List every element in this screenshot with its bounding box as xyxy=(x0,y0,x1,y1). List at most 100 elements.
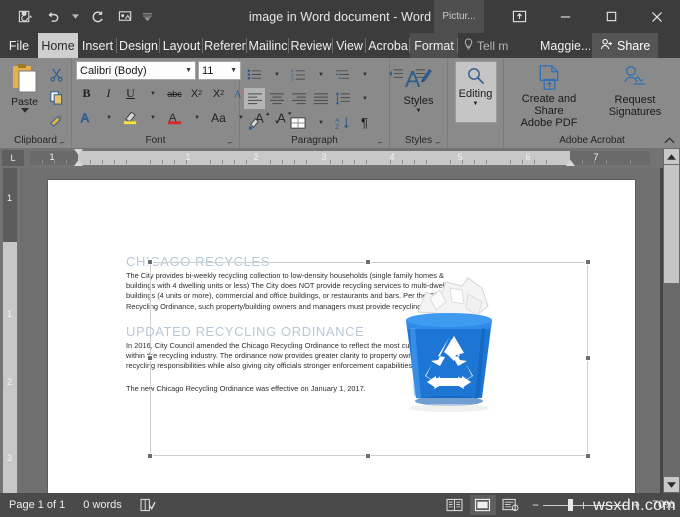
subscript-button[interactable]: X2 xyxy=(186,83,207,104)
zoom-level[interactable]: 70% xyxy=(644,499,674,511)
selection-handle-ne[interactable] xyxy=(585,259,591,265)
sort-icon[interactable]: AZ xyxy=(332,112,353,133)
create-and-share-adobe-pdf-button[interactable]: Create and Share Adobe PDF xyxy=(508,61,590,129)
tab-view[interactable]: View xyxy=(333,33,366,58)
font-color-icon[interactable]: A xyxy=(164,107,185,128)
text-highlight-icon[interactable] xyxy=(120,107,141,128)
shading-icon[interactable] xyxy=(244,112,265,133)
undo-icon[interactable] xyxy=(40,5,66,29)
touch-mouse-mode-icon[interactable] xyxy=(112,5,138,29)
underline-button[interactable]: U xyxy=(120,83,141,104)
collapse-ribbon-icon[interactable] xyxy=(664,136,675,146)
save-icon[interactable] xyxy=(12,5,38,29)
clipboard-dialog-launcher[interactable]: ⌐ xyxy=(58,138,67,147)
text-effects-icon[interactable]: A xyxy=(76,107,97,128)
close-icon[interactable] xyxy=(634,0,680,33)
redo-icon[interactable] xyxy=(84,5,110,29)
multilevel-list-dropdown-icon[interactable]: ▼ xyxy=(354,64,375,85)
align-center-icon[interactable] xyxy=(266,88,287,109)
superscript-button[interactable]: X2 xyxy=(208,83,229,104)
selection-handle-s[interactable] xyxy=(365,453,371,459)
ribbon-display-options-icon[interactable] xyxy=(496,0,542,33)
numbering-icon[interactable]: 123 xyxy=(288,64,309,85)
tab-format[interactable]: Format xyxy=(410,33,458,58)
strikethrough-button[interactable]: abc xyxy=(164,83,185,104)
paragraph-dialog-launcher[interactable]: ⌐ xyxy=(376,138,385,147)
minimize-icon[interactable] xyxy=(542,0,588,33)
read-mode-view-button[interactable] xyxy=(442,495,468,515)
undo-dropdown-icon[interactable] xyxy=(68,5,82,29)
tab-acrobat[interactable]: Acroba xyxy=(366,33,410,58)
font-color-dropdown-icon[interactable]: ▼ xyxy=(186,107,207,128)
document-canvas[interactable]: CHICAGO RECYCLES The City provides bi-we… xyxy=(20,168,660,493)
word-count[interactable]: 0 words xyxy=(74,499,131,511)
bullets-icon[interactable] xyxy=(244,64,265,85)
text-highlight-dropdown-icon[interactable]: ▼ xyxy=(142,107,163,128)
scroll-up-icon[interactable] xyxy=(664,149,679,164)
selection-handle-n[interactable] xyxy=(365,259,371,265)
request-signatures-button[interactable]: Request Signatures xyxy=(594,61,676,129)
selection-handle-sw[interactable] xyxy=(147,453,153,459)
horizontal-ruler[interactable]: L xyxy=(0,148,680,168)
tab-design[interactable]: Design xyxy=(117,33,160,58)
numbering-dropdown-icon[interactable]: ▼ xyxy=(310,64,331,85)
text-effects-dropdown-icon[interactable]: ▼ xyxy=(98,107,119,128)
vertical-scrollbar[interactable] xyxy=(663,148,680,493)
tab-references[interactable]: Referer xyxy=(203,33,247,58)
selection-handle-se[interactable] xyxy=(585,453,591,459)
tab-review[interactable]: Review xyxy=(289,33,333,58)
share-button[interactable]: Share xyxy=(592,33,658,58)
bullets-dropdown-icon[interactable]: ▼ xyxy=(266,64,287,85)
justify-icon[interactable] xyxy=(310,88,331,109)
account-menu[interactable]: Maggie... xyxy=(534,33,590,58)
tab-layout[interactable]: Layout xyxy=(160,33,203,58)
zoom-slider[interactable]: − + 70% xyxy=(532,498,674,512)
font-dialog-launcher[interactable]: ⌐ xyxy=(226,138,235,147)
scroll-down-icon[interactable] xyxy=(664,477,679,492)
format-painter-icon[interactable] xyxy=(45,110,67,130)
borders-icon[interactable] xyxy=(288,112,309,133)
paste-button[interactable]: Paste xyxy=(4,61,45,113)
vertical-ruler[interactable]: 1 1 2 3 xyxy=(0,168,20,493)
zoom-in-button[interactable]: + xyxy=(633,498,640,512)
underline-dropdown-icon[interactable]: ▼ xyxy=(142,83,163,104)
tab-stop-selector[interactable]: L xyxy=(2,150,24,166)
zoom-out-button[interactable]: − xyxy=(532,498,539,512)
borders-dropdown-icon[interactable]: ▼ xyxy=(310,112,331,133)
tab-file[interactable]: File xyxy=(0,33,38,58)
styles-button[interactable]: A Styles ▼ xyxy=(395,61,443,129)
selection-handle-e[interactable] xyxy=(585,355,591,361)
line-spacing-icon[interactable] xyxy=(332,88,353,109)
proofing-errors-icon[interactable] xyxy=(131,498,165,512)
selection-handle-w[interactable] xyxy=(147,355,153,361)
web-layout-view-button[interactable] xyxy=(498,495,524,515)
tab-home[interactable]: Home xyxy=(38,33,78,58)
shading-dropdown-icon[interactable]: ▼ xyxy=(266,112,287,133)
italic-button[interactable]: I xyxy=(98,83,119,104)
align-left-icon[interactable] xyxy=(244,88,265,109)
styles-dialog-launcher[interactable]: ⌐ xyxy=(434,138,443,147)
print-layout-view-button[interactable] xyxy=(470,495,496,515)
align-right-icon[interactable] xyxy=(288,88,309,109)
document-page[interactable]: CHICAGO RECYCLES The City provides bi-we… xyxy=(48,180,635,493)
page-indicator[interactable]: Page 1 of 1 xyxy=(0,499,74,511)
show-formatting-marks-icon[interactable]: ¶ xyxy=(354,112,375,133)
line-spacing-dropdown-icon[interactable]: ▼ xyxy=(354,88,375,109)
font-name-combobox[interactable]: Calibri (Body) ▼ xyxy=(76,61,196,80)
editing-button[interactable]: Editing ▼ xyxy=(455,61,497,123)
change-case-button[interactable]: Aa xyxy=(208,107,229,128)
multilevel-list-icon[interactable] xyxy=(332,64,353,85)
bold-button[interactable]: B xyxy=(76,83,97,104)
copy-icon[interactable] xyxy=(45,87,67,107)
image-selection-box[interactable] xyxy=(150,262,588,456)
zoom-thumb[interactable] xyxy=(568,499,573,511)
scrollbar-thumb[interactable] xyxy=(664,165,679,283)
tell-me-search[interactable]: Tell m xyxy=(458,33,534,58)
restore-icon[interactable] xyxy=(588,0,634,33)
selection-handle-nw[interactable] xyxy=(147,259,153,265)
customize-quick-access-icon[interactable] xyxy=(140,5,154,29)
font-size-combobox[interactable]: 11 ▼ xyxy=(198,61,241,80)
zoom-track[interactable] xyxy=(543,499,629,511)
tab-insert[interactable]: Insert xyxy=(78,33,117,58)
cut-icon[interactable] xyxy=(45,64,67,84)
